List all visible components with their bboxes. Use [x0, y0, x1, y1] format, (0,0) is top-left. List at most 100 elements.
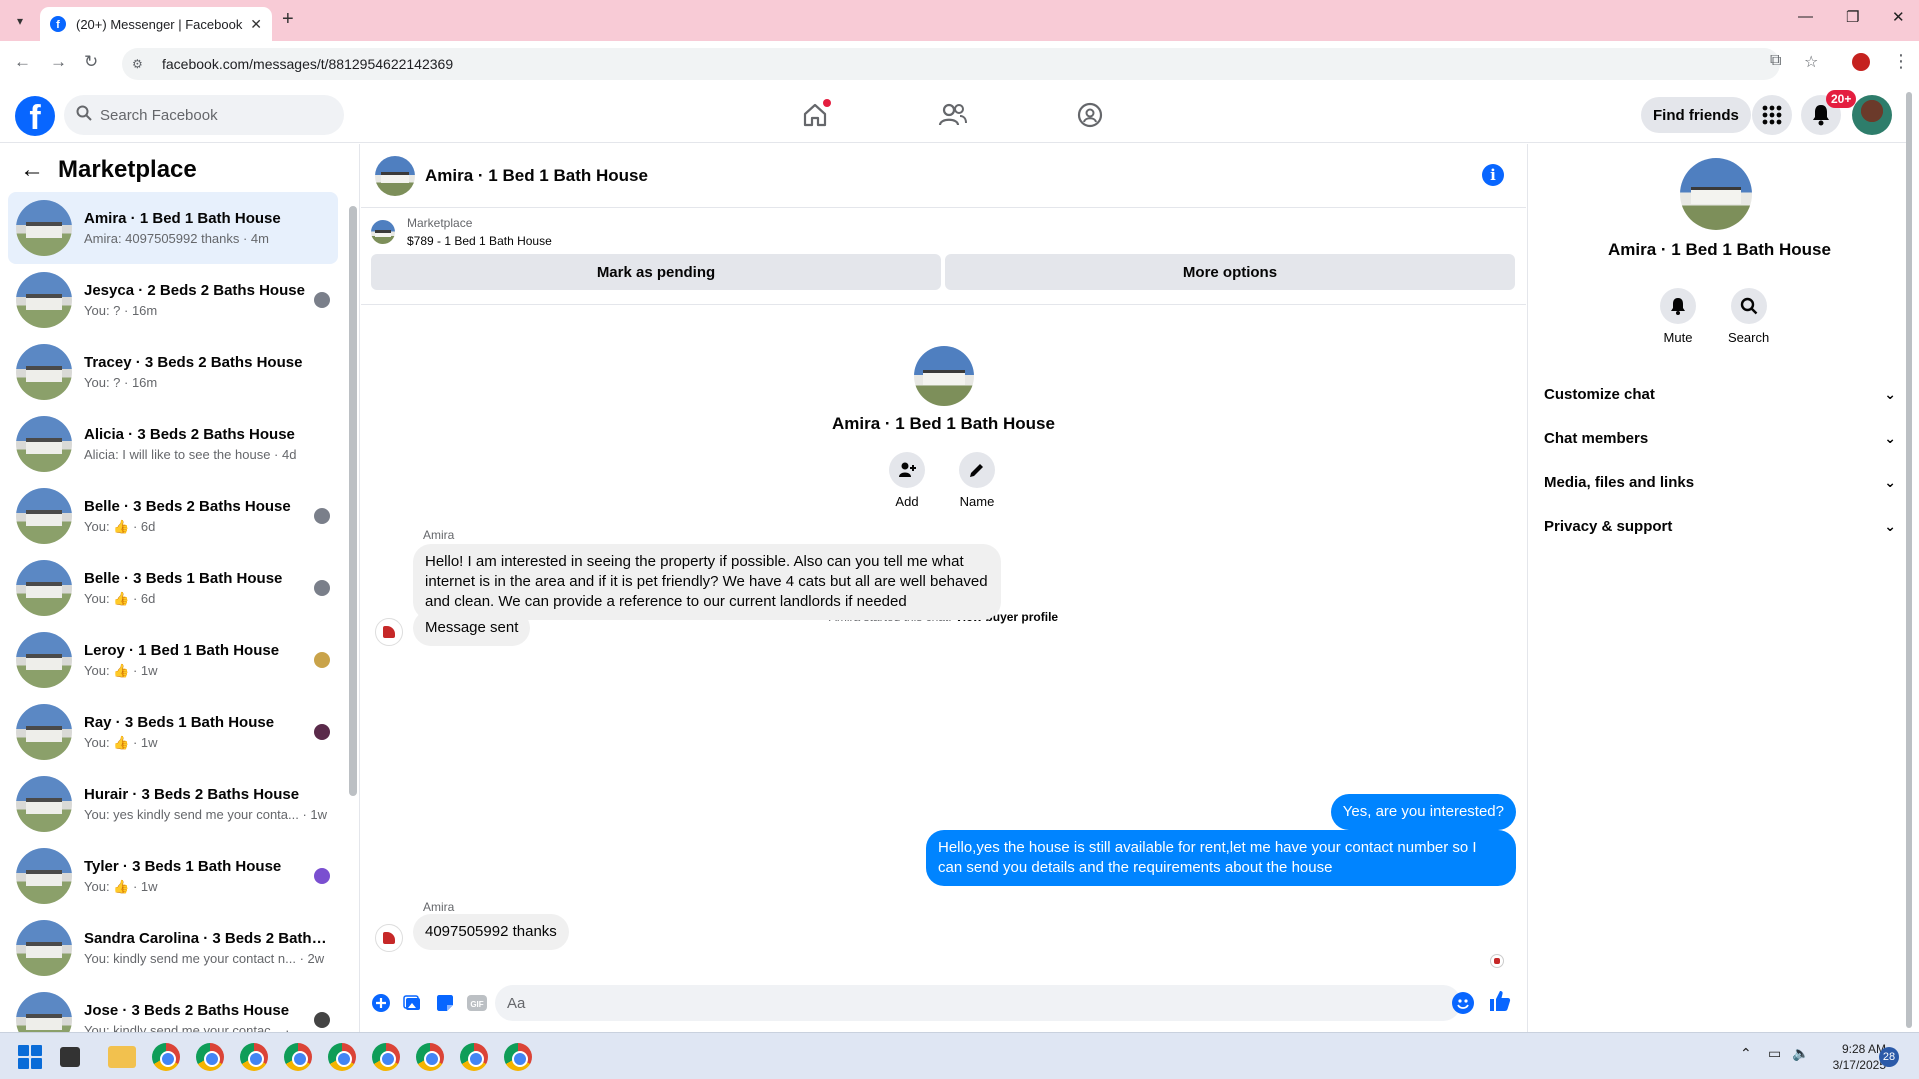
facebook-search-box[interactable]	[64, 95, 344, 135]
conversation-preview: You: 👍 · 1w	[84, 734, 158, 750]
mark-as-pending-button[interactable]: Mark as pending	[371, 254, 941, 290]
incoming-message[interactable]: Message sent	[413, 610, 531, 646]
chat-profile-avatar	[914, 346, 974, 406]
incoming-message[interactable]: 4097505992 thanks	[413, 914, 569, 950]
conversation-name: Sandra Carolina · 3 Beds 2 Baths...	[84, 930, 330, 947]
privacy-support-section[interactable]: Privacy & support ⌄	[1544, 504, 1896, 548]
outgoing-message[interactable]: Hello,yes the house is still available f…	[926, 830, 1516, 886]
network-icon[interactable]: ▭	[1768, 1045, 1781, 1062]
details-sections: Customize chat ⌄ Chat members ⌄ Media, fil…	[1544, 372, 1896, 548]
listing-thumbnail	[16, 560, 72, 616]
conversation-item[interactable]: Hurair · 3 Beds 2 Baths House You: yes ki…	[8, 768, 338, 840]
bookmark-star-icon[interactable]: ☆	[1804, 52, 1818, 72]
browser-menu-icon[interactable]: ⋮	[1892, 51, 1910, 72]
conversation-item[interactable]: Jose · 3 Beds 2 Baths House You: kindly s…	[8, 984, 338, 1032]
chrome-icon[interactable]	[372, 1043, 400, 1071]
file-explorer-icon[interactable]	[108, 1046, 136, 1068]
new-tab-icon[interactable]: +	[282, 8, 294, 31]
chrome-icon[interactable]	[240, 1043, 268, 1071]
minimize-icon[interactable]: —	[1798, 8, 1813, 25]
more-options-button[interactable]: More options	[945, 254, 1515, 290]
chrome-icon[interactable]	[416, 1043, 444, 1071]
thumbs-up-icon[interactable]	[1488, 989, 1512, 1018]
conversation-list: Amira · 1 Bed 1 Bath House Amira: 4097505…	[8, 192, 338, 1032]
edit-name-button[interactable]: Name	[959, 452, 995, 509]
chrome-icon[interactable]	[460, 1043, 488, 1071]
photo-icon[interactable]	[401, 991, 425, 1015]
conversation-item[interactable]: Ray · 3 Beds 1 Bath House You: 👍 · 1w	[8, 696, 338, 768]
notification-count-badge: 20+	[1826, 90, 1857, 108]
install-app-icon[interactable]: ⧉	[1770, 52, 1781, 70]
site-info-icon[interactable]: ⚙	[132, 57, 150, 71]
show-hidden-icons-chevron-icon[interactable]: ⌃	[1740, 1045, 1752, 1062]
conversation-item[interactable]: Belle · 3 Beds 2 Baths House You: 👍 · 6d	[8, 480, 338, 552]
marketplace-listing-bar: Marketplace $789 - 1 Bed 1 Bath House Ma…	[371, 216, 1515, 290]
windows-start-icon[interactable]	[18, 1045, 42, 1069]
conversation-item[interactable]: Leroy · 1 Bed 1 Bath House You: 👍 · 1w	[8, 624, 338, 696]
listing-info[interactable]: Marketplace $789 - 1 Bed 1 Bath House	[371, 216, 1515, 248]
url-text[interactable]: facebook.com/messages/t/8812954622142369	[162, 56, 453, 72]
back-arrow-icon[interactable]: ←	[20, 156, 44, 184]
back-icon[interactable]: ←	[14, 52, 31, 72]
plus-circle-icon[interactable]	[369, 991, 393, 1015]
chat-title[interactable]: Amira · 1 Bed 1 Bath House	[425, 166, 648, 186]
conversation-item[interactable]: Jesyca · 2 Beds 2 Baths House You: ? · 16…	[8, 264, 338, 336]
conversation-item[interactable]: Alicia · 3 Beds 2 Baths House Alicia: I w…	[8, 408, 338, 480]
conversation-item[interactable]: Tyler · 3 Beds 1 Bath House You: 👍 · 1w	[8, 840, 338, 912]
seen-avatar	[314, 508, 330, 524]
forward-icon[interactable]: →	[50, 52, 67, 72]
outgoing-message[interactable]: Yes, are you interested?	[1330, 794, 1516, 830]
maximize-icon[interactable]: ❐	[1846, 8, 1859, 26]
chevron-down-icon: ⌄	[1884, 385, 1896, 402]
friends-nav-icon[interactable]	[935, 97, 971, 133]
conversation-item[interactable]: Sandra Carolina · 3 Beds 2 Baths... You: …	[8, 912, 338, 984]
page-scrollbar[interactable]	[1906, 92, 1912, 1028]
notification-center-badge[interactable]: 28	[1879, 1047, 1899, 1067]
sidebar-scrollbar[interactable]	[349, 206, 357, 796]
conversation-item[interactable]: Tracey · 3 Beds 2 Baths House You: ? · 16…	[8, 336, 338, 408]
sender-avatar[interactable]	[375, 924, 403, 952]
browser-profile-icon[interactable]	[1852, 53, 1870, 71]
tab-search-chevron-icon[interactable]: ▾	[8, 10, 32, 32]
conversation-info-icon[interactable]: i	[1482, 164, 1504, 186]
media-files-links-section[interactable]: Media, files and links ⌄	[1544, 460, 1896, 504]
home-nav-icon[interactable]	[797, 97, 833, 133]
close-tab-icon[interactable]: ✕	[250, 16, 262, 33]
emoji-icon[interactable]	[1452, 992, 1474, 1014]
chevron-down-icon: ⌄	[1884, 517, 1896, 534]
chrome-icon[interactable]	[284, 1043, 312, 1071]
system-clock[interactable]: 9:28 AM 3/17/2025	[1798, 1041, 1886, 1073]
message-input[interactable]	[495, 985, 1461, 1021]
add-people-button[interactable]: Add	[889, 452, 925, 509]
close-window-icon[interactable]: ✕	[1892, 8, 1905, 26]
chrome-icon[interactable]	[196, 1043, 224, 1071]
conversation-preview: You: 👍 · 1w	[84, 878, 158, 894]
conversation-item[interactable]: Belle · 3 Beds 1 Bath House You: 👍 · 6d	[8, 552, 338, 624]
facebook-logo-icon[interactable]: f	[15, 96, 55, 136]
mute-button[interactable]: Mute	[1660, 288, 1696, 345]
incoming-message[interactable]: Hello! I am interested in seeing the pro…	[413, 544, 1001, 620]
gif-icon[interactable]: GIF	[465, 991, 489, 1015]
chat-members-section[interactable]: Chat members ⌄	[1544, 416, 1896, 460]
account-avatar[interactable]	[1852, 95, 1892, 135]
browser-tab[interactable]: f (20+) Messenger | Facebook ✕	[40, 7, 272, 41]
conversation-preview: You: 👍 · 6d	[84, 518, 156, 534]
sticker-icon[interactable]	[433, 991, 457, 1015]
chrome-icon[interactable]	[504, 1043, 532, 1071]
search-in-conversation-button[interactable]: Search	[1728, 288, 1769, 345]
chevron-down-icon: ⌄	[1884, 473, 1896, 490]
chat-avatar[interactable]	[375, 155, 415, 196]
chrome-icon[interactable]	[328, 1043, 356, 1071]
conversation-item[interactable]: Amira · 1 Bed 1 Bath House Amira: 4097505…	[8, 192, 338, 264]
task-view-icon[interactable]	[60, 1047, 80, 1067]
search-input[interactable]	[100, 106, 300, 124]
find-friends-button[interactable]: Find friends	[1641, 97, 1751, 133]
menu-grid-icon[interactable]	[1752, 95, 1792, 135]
sender-avatar[interactable]	[375, 618, 403, 646]
chrome-icon[interactable]	[152, 1043, 180, 1071]
omnibox[interactable]: ⚙ facebook.com/messages/t/88129546221423…	[122, 48, 1780, 80]
reload-icon[interactable]: ↻	[84, 52, 98, 72]
divider	[361, 304, 1526, 305]
groups-nav-icon[interactable]	[1072, 97, 1108, 133]
customize-chat-section[interactable]: Customize chat ⌄	[1544, 372, 1896, 416]
